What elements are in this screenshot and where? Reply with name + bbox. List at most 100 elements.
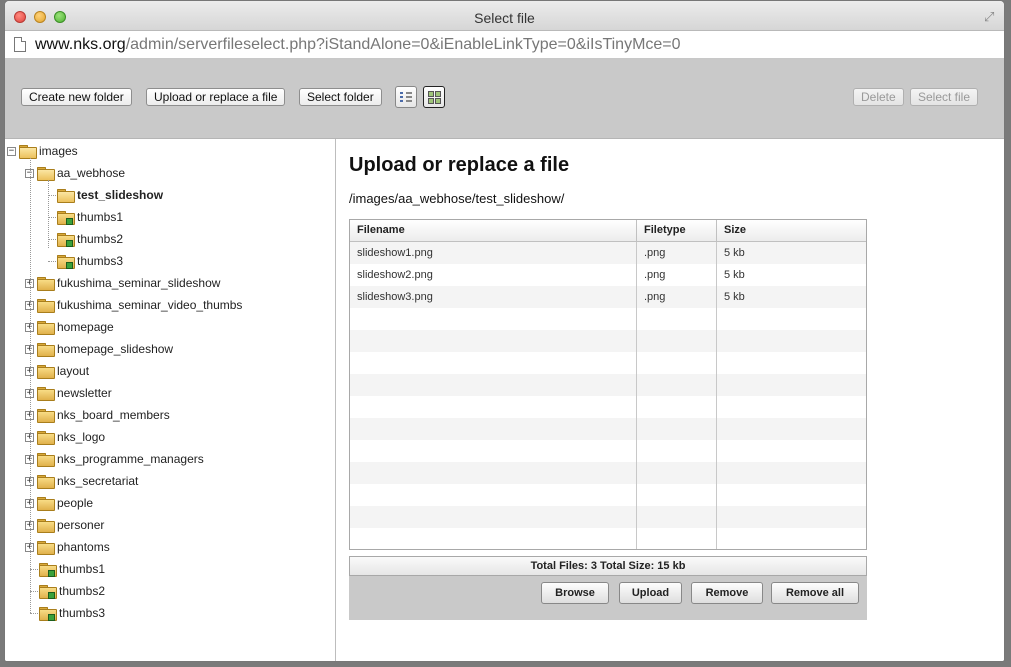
folder-icon (37, 277, 55, 291)
tree-item[interactable]: + fukushima_seminar_slideshow (25, 274, 220, 292)
cell-type (637, 352, 717, 374)
cell-type: .png (637, 286, 717, 308)
thumbnail-view-button[interactable] (423, 86, 445, 108)
table-row (350, 506, 866, 528)
upload-button[interactable]: Upload (619, 582, 682, 604)
title-bar: Select file ⤢ (5, 1, 1004, 31)
tree-item[interactable]: + nks_secretariat (25, 472, 138, 490)
collapse-icon[interactable]: − (7, 146, 16, 156)
column-filetype[interactable]: Filetype (637, 220, 717, 241)
tree-item[interactable]: thumbs1 (57, 208, 123, 226)
table-row[interactable]: slideshow1.png .png 5 kb (350, 242, 866, 264)
tree-item[interactable]: + people (25, 494, 93, 512)
cell-type (637, 506, 717, 528)
remove-button[interactable]: Remove (691, 582, 763, 604)
image-badge-icon (66, 262, 73, 269)
cell-size (717, 462, 866, 484)
image-folder-icon (57, 233, 75, 247)
cell-type (637, 484, 717, 506)
upload-footer: Total Files: 3 Total Size: 15 kb Browse … (349, 556, 867, 620)
tree-item[interactable]: test_slideshow (57, 186, 163, 204)
tree-item[interactable]: + nks_programme_managers (25, 450, 204, 468)
image-badge-icon (48, 614, 55, 621)
remove-all-button[interactable]: Remove all (771, 582, 859, 604)
tree-item[interactable]: thumbs2 (39, 582, 105, 600)
cell-size (717, 330, 866, 352)
image-folder-icon (39, 585, 57, 599)
tree-item[interactable]: thumbs3 (39, 604, 105, 622)
totals-text: Total Files: 3 Total Size: 15 kb (349, 556, 867, 576)
tree-item-label: images (39, 144, 78, 158)
delete-button[interactable]: Delete (853, 88, 904, 106)
tree-item-label: thumbs3 (59, 606, 106, 620)
image-badge-icon (66, 240, 73, 247)
table-row (350, 352, 866, 374)
url-text[interactable]: www.nks.org/admin/serverfileselect.php?i… (35, 36, 681, 54)
column-filename[interactable]: Filename (350, 220, 637, 241)
tree-item[interactable]: + fukushima_seminar_video_thumbs (25, 296, 242, 314)
tree-item[interactable]: + phantoms (25, 538, 110, 556)
image-badge-icon (48, 592, 55, 599)
upload-replace-button[interactable]: Upload or replace a file (146, 88, 286, 106)
cell-name (350, 374, 637, 396)
select-folder-button[interactable]: Select folder (299, 88, 382, 106)
cell-name: slideshow1.png (350, 242, 637, 264)
image-badge-icon (66, 218, 73, 225)
folder-open-icon (19, 145, 37, 159)
tree-item[interactable]: + homepage_slideshow (25, 340, 173, 358)
table-row (350, 528, 866, 549)
table-row (350, 462, 866, 484)
tree-item[interactable]: + layout (25, 362, 89, 380)
table-row[interactable]: slideshow3.png .png 5 kb (350, 286, 866, 308)
page-icon (14, 37, 26, 52)
cell-type (637, 396, 717, 418)
tree-item-label: aa_webhose (57, 166, 126, 180)
select-file-button[interactable]: Select file (910, 88, 979, 106)
cell-name (350, 396, 637, 418)
cell-size (717, 484, 866, 506)
table-row[interactable]: slideshow2.png .png 5 kb (350, 264, 866, 286)
folder-icon (37, 343, 55, 357)
fullscreen-icon[interactable]: ⤢ (984, 10, 998, 24)
cell-size: 5 kb (724, 269, 745, 281)
cell-name (350, 440, 637, 462)
url-bar[interactable]: www.nks.org/admin/serverfileselect.php?i… (5, 31, 1004, 59)
tree-item[interactable]: + nks_board_members (25, 406, 170, 424)
folder-icon (37, 321, 55, 335)
tree-item[interactable]: + personer (25, 516, 104, 534)
folder-tree: − images − aa_webhose test_slideshow thumbs1 t… (5, 139, 336, 661)
tree-item[interactable]: + newsletter (25, 384, 112, 402)
tree-item-label: nks_logo (57, 430, 106, 444)
folder-icon (37, 453, 55, 467)
tree-connector (30, 158, 31, 613)
cell-size (717, 352, 866, 374)
table-row (350, 308, 866, 330)
tree-item-label: test_slideshow (77, 188, 164, 202)
tree-item[interactable]: − aa_webhose (25, 164, 125, 182)
tree-connector (48, 180, 49, 248)
tree-item[interactable]: thumbs3 (57, 252, 123, 270)
file-table: Filename Filetype Size slideshow1.png .pn… (349, 219, 867, 550)
current-path: /images/aa_webhose/test_slideshow/ (349, 191, 565, 206)
table-row (350, 374, 866, 396)
cell-size (717, 374, 866, 396)
table-row (350, 484, 866, 506)
tree-item[interactable]: thumbs2 (57, 230, 123, 248)
page-title: Upload or replace a file (349, 154, 570, 176)
tree-item[interactable]: + homepage (25, 318, 114, 336)
cell-type (637, 418, 717, 440)
tree-item[interactable]: − images (7, 142, 78, 160)
column-size[interactable]: Size (717, 220, 866, 241)
tree-connector (48, 217, 56, 218)
browse-button[interactable]: Browse (541, 582, 609, 604)
tree-connector (30, 591, 38, 592)
tree-item[interactable]: thumbs1 (39, 560, 105, 578)
cell-name (350, 528, 637, 549)
folder-icon (37, 519, 55, 533)
cell-name: slideshow3.png (350, 286, 637, 308)
create-folder-button[interactable]: Create new folder (21, 88, 132, 106)
cell-size (717, 506, 866, 528)
list-view-button[interactable] (395, 86, 417, 108)
tree-connector (48, 195, 56, 196)
tree-item[interactable]: + nks_logo (25, 428, 105, 446)
